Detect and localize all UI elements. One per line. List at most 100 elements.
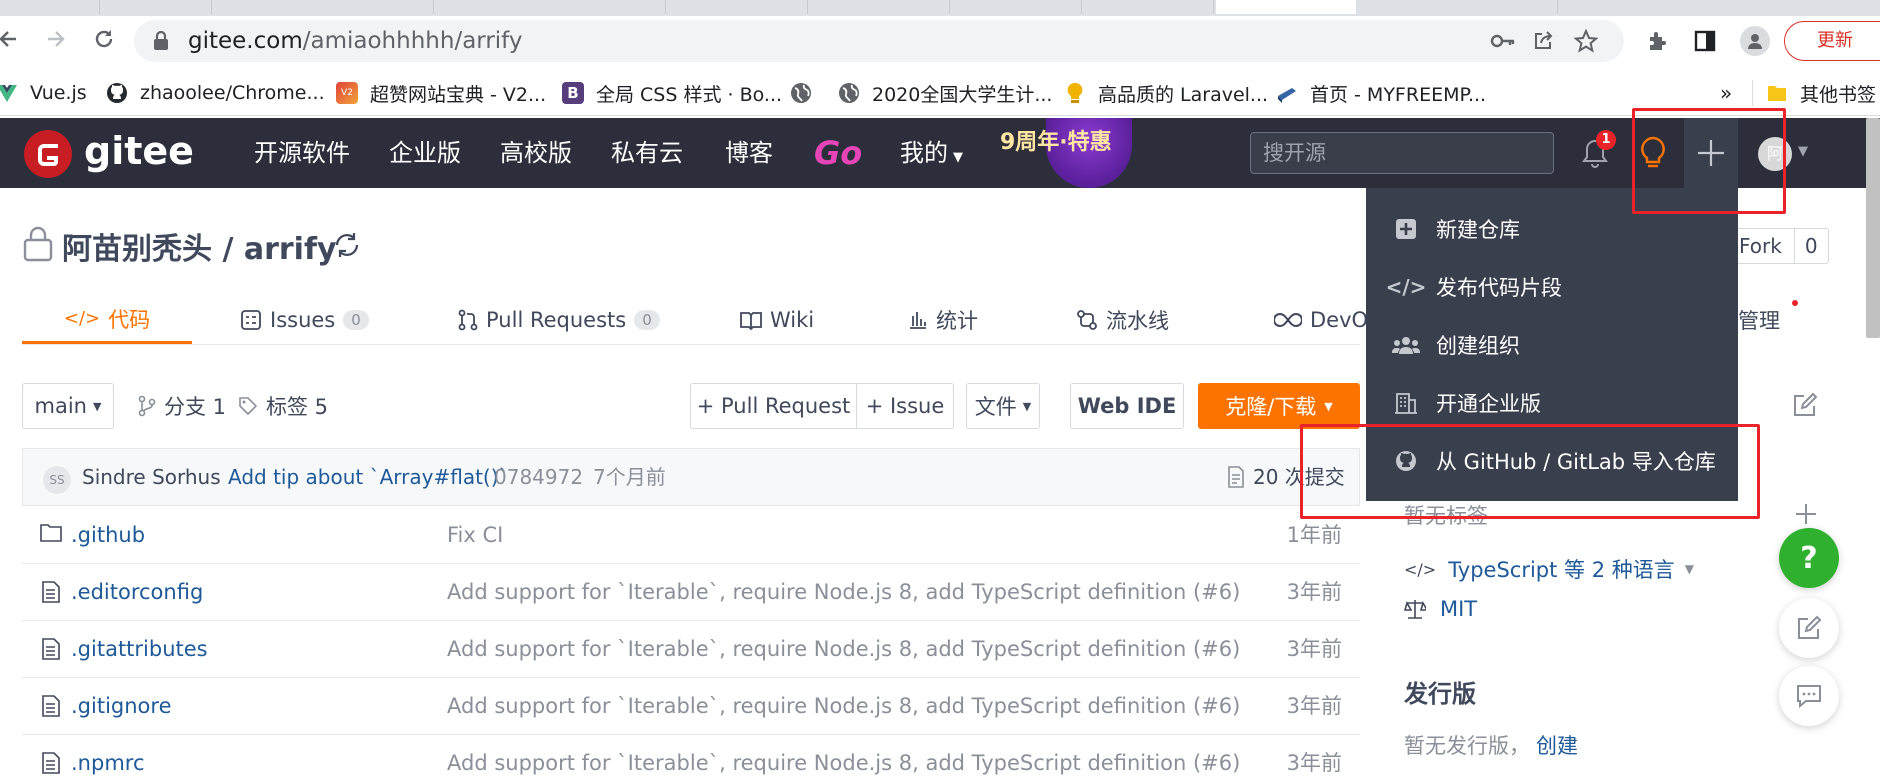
update-button[interactable]: 更新 [1784,21,1880,61]
extensions-icon[interactable] [1646,29,1670,53]
browser-tab[interactable] [1358,0,1558,14]
forward-icon[interactable] [44,28,66,50]
repo-title[interactable]: 阿苗别秃头 / arrify [62,224,337,268]
help-button[interactable]: ? [1779,528,1839,588]
browser-tab[interactable] [214,0,434,14]
scrollbar[interactable] [1866,118,1880,338]
profile-icon[interactable] [1740,26,1770,56]
browser-tab[interactable] [436,0,666,14]
side-panel-icon[interactable] [1694,30,1716,52]
table-row[interactable]: .gitignore Add support for `Iterable`, r… [22,678,1360,735]
tab-pull-requests[interactable]: Pull Requests 0 [458,296,660,344]
other-bookmarks-label: 其他书签 [1800,83,1877,106]
menu-item-create-org[interactable]: 创建组织 [1366,316,1738,374]
bookmark-label: Vue.js [30,82,87,104]
star-icon[interactable] [1574,29,1598,53]
file-name[interactable]: .npmrc [71,735,145,779]
share-icon[interactable] [1532,30,1554,52]
avatar[interactable]: SS [43,466,71,494]
fork-label: Fork [1739,234,1782,258]
search-input[interactable]: 搜开源 [1250,132,1554,174]
fork-button[interactable]: Fork 0 [1730,228,1829,264]
tab-issues[interactable]: Issues 0 [240,296,369,344]
no-releases-text: 暂无发行版， 创建 [1404,730,1578,760]
file-commit-message[interactable]: Add support for `Iterable`, require Node… [447,678,1240,734]
tab-label: 代码 [108,307,151,332]
file-name[interactable]: .gitignore [71,678,172,734]
branch-select[interactable]: main ▼ [22,383,114,429]
new-pull-request-button[interactable]: + Pull Request [690,383,857,429]
table-row[interactable]: .npmrc Add support for `Iterable`, requi… [22,735,1360,779]
feedback-button[interactable] [1779,598,1839,658]
file-name[interactable]: .github [71,507,145,563]
tab-stats[interactable]: 统计 [908,296,978,344]
browser-tab[interactable] [1084,0,1214,14]
bookmark-github-chrome[interactable]: zhaoolee/Chrome... [106,70,325,116]
bookmark-globe[interactable] [790,70,824,116]
vue-icon [0,85,17,102]
web-ide-button[interactable]: Web IDE [1070,383,1184,429]
new-issue-button[interactable]: + Issue [856,383,954,429]
bookmark-bootstrap[interactable]: B 全局 CSS 样式 · Bo... [562,70,782,116]
lock-icon[interactable] [152,31,170,51]
nav-enterprise[interactable]: 企业版 [389,118,461,188]
tab-devops[interactable]: DevO [1274,296,1368,344]
nav-mine[interactable]: 我的 ▼ [900,118,963,193]
create-release-link[interactable]: 创建 [1536,734,1578,758]
key-icon[interactable] [1490,31,1516,51]
file-icon [42,695,60,717]
chat-button[interactable] [1779,666,1839,726]
commit-message[interactable]: Add tip about `Array#flat()` [228,449,509,505]
file-name[interactable]: .gitattributes [71,621,208,677]
bookmark-vue[interactable]: Vue.js [0,70,87,116]
browser-tab[interactable] [668,0,808,14]
tab-divider [22,344,1360,345]
browser-tab[interactable] [952,0,1082,14]
nav-go[interactable]: Go [814,118,862,188]
address-bar[interactable]: gitee.com/amiaohhhhh/arrify [134,20,1624,62]
browser-tab[interactable] [0,0,100,14]
language-link[interactable]: </> TypeScript 等 2 种语言 ▼ [1404,554,1694,584]
back-icon[interactable] [0,28,20,50]
tab-label: Pull Requests [486,308,627,332]
browser-tab-active[interactable] [1216,0,1356,14]
file-commit-message[interactable]: Fix CI [447,507,503,563]
add-tag-icon[interactable] [1794,502,1818,526]
reload-icon[interactable] [92,27,116,51]
browser-tab[interactable] [102,0,212,14]
file-name[interactable]: .editorconfig [71,564,203,620]
nav-private-cloud[interactable]: 私有云 [611,118,683,188]
nav-open-source[interactable]: 开源软件 [254,118,350,188]
menu-item-publish-snippet[interactable]: </> 发布代码片段 [1366,258,1738,316]
bookmark-v2[interactable]: V2 超赞网站宝典 - V2... [336,70,546,116]
tab-wiki[interactable]: Wiki [740,296,814,344]
sync-icon[interactable] [332,230,362,260]
tab-manage[interactable]: 管理 [1738,296,1798,344]
file-commit-message[interactable]: Add support for `Iterable`, require Node… [447,735,1240,779]
chevron-down-icon: ▼ [1022,399,1032,413]
gitee-logo-text[interactable]: gitee [84,118,194,184]
tags-link[interactable]: 标签 5 [238,383,328,429]
commit-author[interactable]: Sindre Sorhus [82,449,221,505]
nav-blog[interactable]: 博客 [725,118,773,188]
files-dropdown[interactable]: 文件 ▼ [966,383,1040,429]
table-row[interactable]: .gitattributes Add support for `Iterable… [22,621,1360,678]
gitee-logo-icon[interactable] [24,130,72,178]
chevron-down-icon[interactable]: ▼ [1798,144,1808,159]
clone-download-button[interactable]: 克隆/下载 ▼ [1198,383,1360,429]
table-row[interactable]: .github Fix CI 1年前 [22,507,1360,564]
tab-pipeline[interactable]: 流水线 [1076,296,1169,344]
branches-link[interactable]: 分支 1 [138,383,226,429]
browser-tab[interactable] [810,0,950,14]
nav-education[interactable]: 高校版 [500,118,572,188]
edit-icon[interactable] [1792,392,1818,418]
tab-code[interactable]: </> 代码 [22,296,192,344]
commit-hash[interactable]: 0784972 [494,449,583,505]
file-commit-message[interactable]: Add support for `Iterable`, require Node… [447,621,1240,677]
file-commit-message[interactable]: Add support for `Iterable`, require Node… [447,564,1240,620]
code-icon: </> [1385,275,1427,299]
bookmark-myfreemp[interactable]: 首页 - MYFREEMP... [1276,70,1486,116]
license-link[interactable]: MIT [1404,597,1477,621]
promo-text[interactable]: 9周年·特惠 [1000,108,1112,178]
table-row[interactable]: .editorconfig Add support for `Iterable`… [22,564,1360,621]
